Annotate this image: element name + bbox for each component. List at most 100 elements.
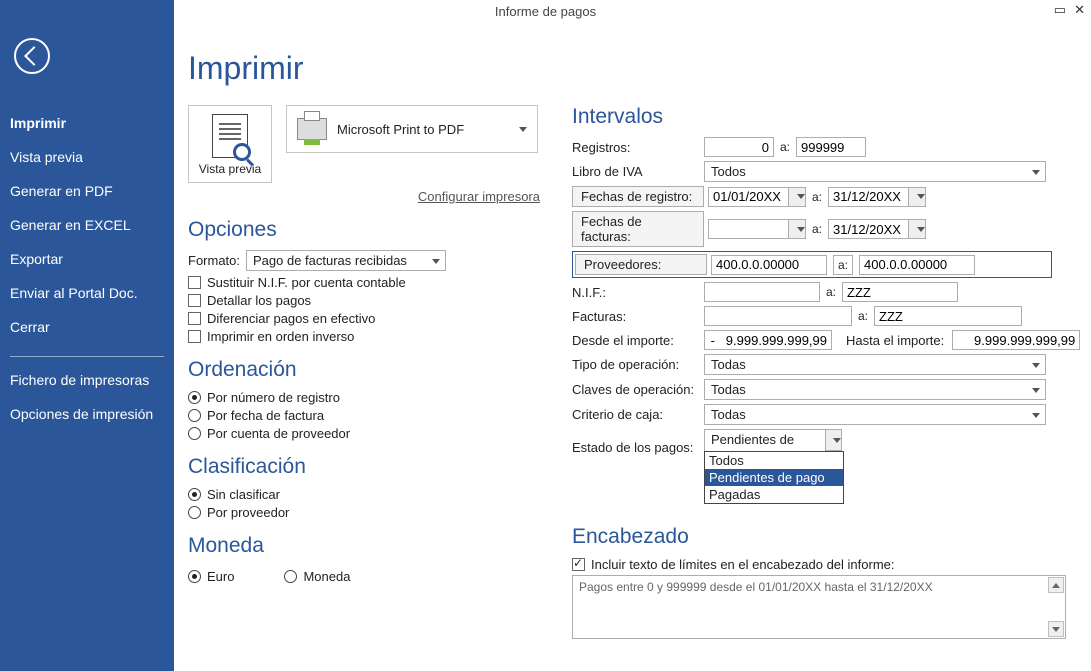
scroll-up-button[interactable] xyxy=(1048,577,1064,593)
hasta-importe-input[interactable] xyxy=(952,330,1080,350)
registros-from-input[interactable] xyxy=(704,137,774,157)
cb-detallar-pagos[interactable] xyxy=(188,294,201,307)
radio-clasif-proveedor[interactable] xyxy=(188,506,201,519)
criterio-caja-select[interactable]: Todas xyxy=(704,404,1046,425)
estado-pagos-dropdown-button[interactable] xyxy=(826,429,842,451)
encabezado-textarea[interactable]: Pagos entre 0 y 999999 desde el 01/01/20… xyxy=(572,575,1066,639)
facturas-to-input[interactable] xyxy=(874,306,1022,326)
a-sep: a: xyxy=(780,140,790,154)
proveedores-to-input[interactable] xyxy=(859,255,975,275)
radio-orden-cuenta-label: Por cuenta de proveedor xyxy=(207,426,350,441)
a-sep: a: xyxy=(826,285,836,299)
sidebar-item-exportar[interactable]: Exportar xyxy=(0,242,174,276)
fecha-fac-to-input[interactable] xyxy=(828,219,908,239)
chevron-down-icon xyxy=(1032,363,1040,368)
a-sep: a: xyxy=(833,255,853,275)
radio-orden-cuenta[interactable] xyxy=(188,427,201,440)
chevron-down-icon xyxy=(432,259,440,264)
opciones-heading: Opciones xyxy=(188,218,538,242)
ordenacion-heading: Ordenación xyxy=(188,358,538,382)
cb-orden-inverso-label: Imprimir en orden inverso xyxy=(207,329,354,344)
printer-select[interactable]: Microsoft Print to PDF xyxy=(286,105,538,153)
fecha-fac-from-input[interactable] xyxy=(708,219,788,239)
fechas-facturas-button[interactable]: Fechas de facturas: xyxy=(572,211,704,247)
close-icon[interactable]: ✕ xyxy=(1074,2,1085,18)
radio-orden-fecha-label: Por fecha de factura xyxy=(207,408,324,423)
proveedores-button[interactable]: Proveedores: xyxy=(575,254,707,275)
nif-to-input[interactable] xyxy=(842,282,958,302)
cb-diferenciar-efectivo[interactable] xyxy=(188,312,201,325)
fechas-registro-button[interactable]: Fechas de registro: xyxy=(572,186,704,207)
scroll-down-button[interactable] xyxy=(1048,621,1064,637)
fecha-reg-from-input[interactable] xyxy=(708,187,788,207)
registros-to-input[interactable] xyxy=(796,137,866,157)
hasta-importe-label: Hasta el importe: xyxy=(846,333,944,348)
cb-orden-inverso[interactable] xyxy=(188,330,201,343)
sidebar-item-fichero-impresoras[interactable]: Fichero de impresoras xyxy=(0,363,174,397)
radio-orden-registro[interactable] xyxy=(188,391,201,404)
back-button[interactable] xyxy=(14,38,50,74)
tipo-operacion-label: Tipo de operación: xyxy=(572,357,704,372)
fecha-fac-to-dropdown[interactable] xyxy=(908,219,926,239)
desde-importe-input[interactable] xyxy=(704,330,832,350)
sidebar-item-vista-previa[interactable]: Vista previa xyxy=(0,140,174,174)
fecha-reg-from-dropdown[interactable] xyxy=(788,187,806,207)
cb-sustituir-nif[interactable] xyxy=(188,276,201,289)
fecha-reg-to-dropdown[interactable] xyxy=(908,187,926,207)
tipo-operacion-select[interactable]: Todas xyxy=(704,354,1046,375)
fecha-fac-from-dropdown[interactable] xyxy=(788,219,806,239)
formato-label: Formato: xyxy=(188,253,246,268)
fecha-reg-to-input[interactable] xyxy=(828,187,908,207)
radio-clasif-sin[interactable] xyxy=(188,488,201,501)
radio-orden-fecha[interactable] xyxy=(188,409,201,422)
chevron-down-icon xyxy=(1032,170,1040,175)
facturas-label: Facturas: xyxy=(572,309,704,324)
page-title: Imprimir xyxy=(188,50,1081,87)
cb-diferenciar-efectivo-label: Diferenciar pagos en efectivo xyxy=(207,311,375,326)
desde-importe-label: Desde el importe: xyxy=(572,333,704,348)
formato-select[interactable]: Pago de facturas recibidas xyxy=(246,250,446,271)
libro-select[interactable]: Todos xyxy=(704,161,1046,182)
radio-moneda-euro-label: Euro xyxy=(207,569,234,584)
sidebar-item-generar-excel[interactable]: Generar en EXCEL xyxy=(0,208,174,242)
sidebar-item-generar-pdf[interactable]: Generar en PDF xyxy=(0,174,174,208)
printer-icon xyxy=(297,118,327,140)
magnifier-icon xyxy=(233,143,251,161)
proveedores-from-input[interactable] xyxy=(711,255,827,275)
a-sep: a: xyxy=(858,309,868,323)
radio-moneda-euro[interactable] xyxy=(188,570,201,583)
configure-printer-link[interactable]: Configurar impresora xyxy=(418,189,540,204)
claves-operacion-label: Claves de operación: xyxy=(572,382,704,397)
criterio-caja-label: Criterio de caja: xyxy=(572,407,704,422)
estado-option-pendientes[interactable]: Pendientes de pago xyxy=(705,469,843,486)
intervalos-heading: Intervalos xyxy=(572,105,1081,129)
cb-detallar-pagos-label: Detallar los pagos xyxy=(207,293,311,308)
radio-clasif-sin-label: Sin clasificar xyxy=(207,487,280,502)
facturas-from-input[interactable] xyxy=(704,306,852,326)
estado-option-pagadas[interactable]: Pagadas xyxy=(705,486,843,503)
estado-pagos-dropdown-list: Todos Pendientes de pago Pagadas xyxy=(704,451,844,504)
sidebar-item-opciones-impresion[interactable]: Opciones de impresión xyxy=(0,397,174,431)
cb-sustituir-nif-label: Sustituir N.I.F. por cuenta contable xyxy=(207,275,406,290)
sidebar-item-imprimir[interactable]: Imprimir xyxy=(0,106,174,140)
sidebar-item-cerrar[interactable]: Cerrar xyxy=(0,310,174,344)
sidebar: Imprimir Vista previa Generar en PDF Gen… xyxy=(0,0,174,671)
preview-button[interactable]: Vista previa xyxy=(188,105,272,183)
chevron-down-icon xyxy=(1032,388,1040,393)
minimize-icon[interactable]: ▭ xyxy=(1054,2,1066,18)
moneda-heading: Moneda xyxy=(188,534,538,558)
cb-incluir-limites[interactable] xyxy=(572,558,585,571)
sidebar-item-enviar-portal[interactable]: Enviar al Portal Doc. xyxy=(0,276,174,310)
claves-operacion-select[interactable]: Todas xyxy=(704,379,1046,400)
radio-moneda-moneda[interactable] xyxy=(284,570,297,583)
preview-label: Vista previa xyxy=(193,162,267,176)
chevron-down-icon xyxy=(1032,413,1040,418)
nif-from-input[interactable] xyxy=(704,282,820,302)
registros-label: Registros: xyxy=(572,140,704,155)
chevron-down-icon xyxy=(519,127,527,132)
a-sep: a: xyxy=(812,222,822,236)
cb-incluir-limites-label: Incluir texto de límites en el encabezad… xyxy=(591,557,895,572)
document-preview-icon xyxy=(212,114,248,158)
estado-option-todos[interactable]: Todos xyxy=(705,452,843,469)
arrow-left-icon xyxy=(24,46,44,66)
